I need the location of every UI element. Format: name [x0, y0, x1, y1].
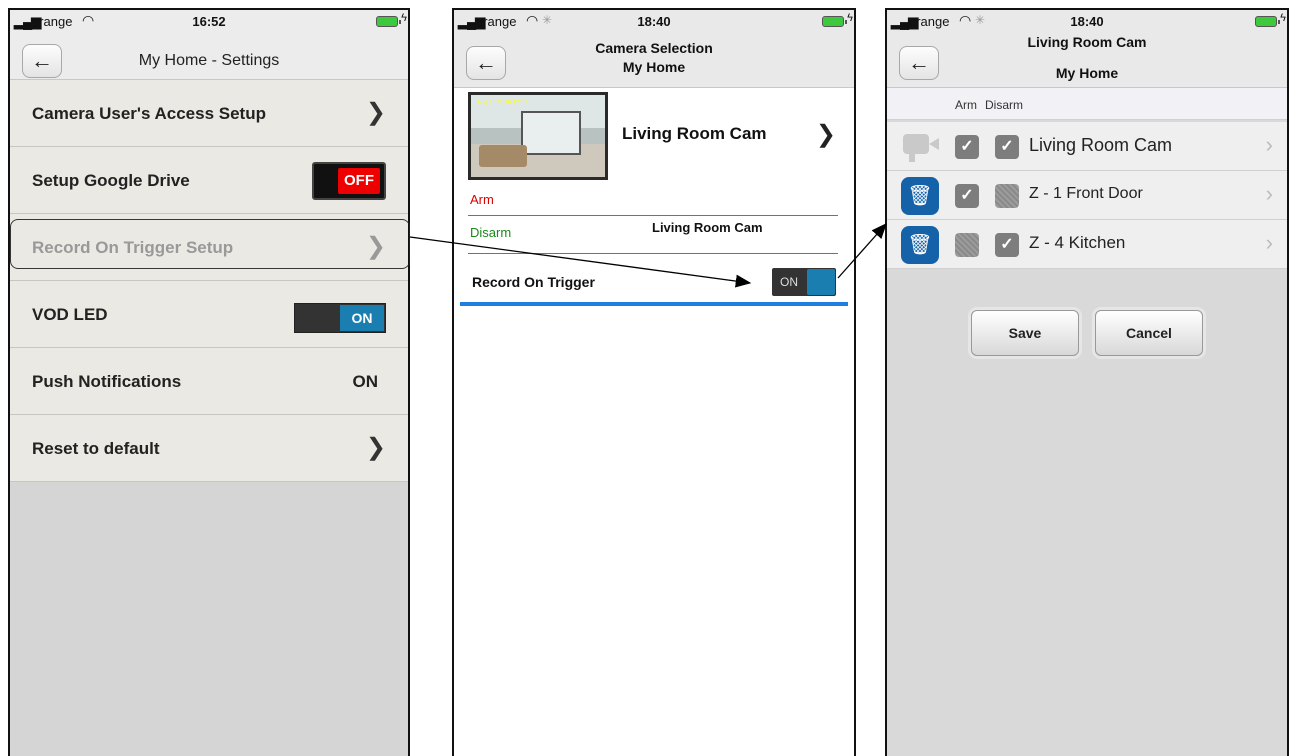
- arrow-to-zone-screen: [837, 223, 887, 279]
- annotation-arrows: [409, 223, 887, 288]
- arrow-to-record-toggle: [409, 236, 752, 288]
